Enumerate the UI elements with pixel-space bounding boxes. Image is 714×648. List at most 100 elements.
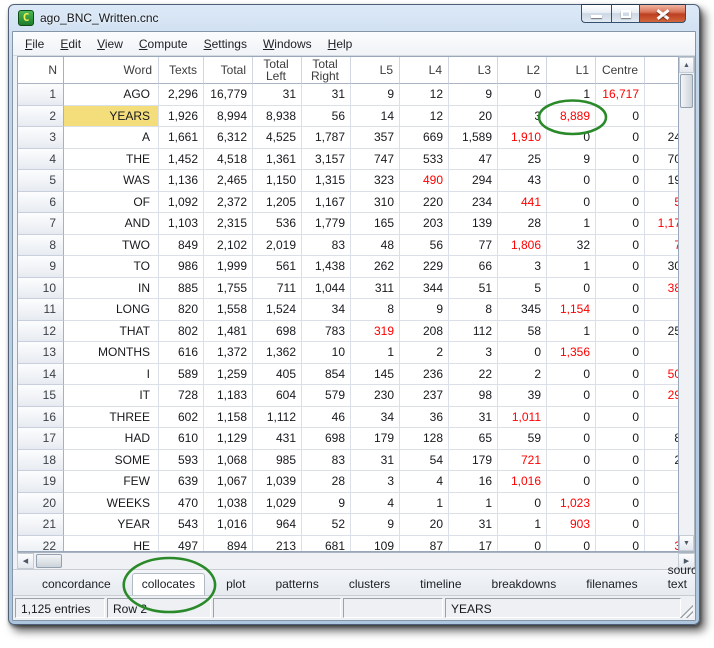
value-cell[interactable]: 698 [302,428,351,450]
value-cell[interactable]: 8,938 [253,106,302,128]
value-cell[interactable]: 229 [400,256,449,278]
value-cell[interactable]: 1,452 [159,149,204,171]
value-cell[interactable]: 77 [449,235,498,257]
value-cell[interactable]: 0 [596,342,645,364]
column-header-r1-clipped[interactable] [645,57,678,84]
value-cell[interactable]: 0 [596,299,645,321]
column-header-l5[interactable]: L5 [351,57,400,84]
value-cell[interactable]: 1,372 [204,342,253,364]
word-cell[interactable]: TO [64,256,159,278]
value-cell[interactable]: 2,296 [159,84,204,106]
close-button[interactable] [640,4,686,23]
value-cell[interactable]: 604 [253,385,302,407]
value-cell[interactable]: 34 [302,299,351,321]
value-cell[interactable]: 10 [302,342,351,364]
word-cell[interactable]: OF [64,192,159,214]
value-cell[interactable]: 66 [449,256,498,278]
horizontal-scrollbar[interactable]: ◀ ▶ [17,552,695,569]
value-cell[interactable]: 0 [547,428,596,450]
value-cell[interactable]: 0 [498,536,547,553]
value-cell[interactable]: 0 [596,385,645,407]
value-cell[interactable]: 3 [645,536,678,553]
value-cell[interactable]: 8 [351,299,400,321]
value-cell[interactable]: 31 [302,84,351,106]
value-cell[interactable]: 4,525 [253,127,302,149]
value-cell[interactable]: 854 [302,364,351,386]
value-cell[interactable]: 310 [351,192,400,214]
value-cell[interactable]: 31 [351,450,400,472]
value-cell[interactable]: 12 [400,84,449,106]
value-cell[interactable]: 12 [400,106,449,128]
column-header-word[interactable]: Word [64,57,159,84]
value-cell[interactable]: 112 [449,321,498,343]
word-cell[interactable]: IN [64,278,159,300]
word-cell[interactable]: AGO [64,84,159,106]
value-cell[interactable]: 0 [596,514,645,536]
value-cell[interactable]: 0 [547,364,596,386]
word-cell[interactable]: FEW [64,471,159,493]
value-cell[interactable]: 345 [498,299,547,321]
value-cell[interactable]: 2 [498,364,547,386]
word-cell[interactable]: WAS [64,170,159,192]
value-cell[interactable]: 964 [253,514,302,536]
value-cell[interactable]: 39 [498,385,547,407]
value-cell[interactable]: 1,167 [302,192,351,214]
value-cell[interactable]: 58 [498,321,547,343]
row-number[interactable]: 8 [18,235,64,257]
value-cell[interactable]: 1 [351,342,400,364]
value-cell[interactable]: 431 [253,428,302,450]
menu-file[interactable]: File [17,34,52,54]
value-cell[interactable]: 0 [596,192,645,214]
scroll-left-button[interactable]: ◀ [17,553,34,569]
row-number[interactable]: 16 [18,407,64,429]
row-number[interactable]: 4 [18,149,64,171]
value-cell[interactable]: 357 [351,127,400,149]
column-header-texts[interactable]: Texts [159,57,204,84]
value-cell[interactable]: 1,154 [547,299,596,321]
menu-help[interactable]: Help [320,34,361,54]
value-cell[interactable]: 0 [498,84,547,106]
value-cell[interactable]: 986 [159,256,204,278]
value-cell[interactable]: 9 [302,493,351,515]
word-cell[interactable]: LONG [64,299,159,321]
word-cell[interactable]: YEARS [64,106,159,128]
value-cell[interactable]: 0 [547,170,596,192]
menu-edit[interactable]: Edit [52,34,89,54]
value-cell[interactable]: 31 [449,407,498,429]
value-cell[interactable]: 139 [449,213,498,235]
word-cell[interactable]: WEEKS [64,493,159,515]
value-cell[interactable]: 51 [449,278,498,300]
value-cell[interactable]: 1,011 [498,407,547,429]
value-cell[interactable]: 1,016 [204,514,253,536]
value-cell[interactable]: 589 [159,364,204,386]
value-cell[interactable]: 1 [547,213,596,235]
value-cell[interactable]: 311 [351,278,400,300]
value-cell[interactable]: 616 [159,342,204,364]
value-cell[interactable]: 20 [400,514,449,536]
row-number[interactable]: 14 [18,364,64,386]
value-cell[interactable]: 490 [400,170,449,192]
row-number[interactable]: 13 [18,342,64,364]
value-cell[interactable] [645,106,678,128]
value-cell[interactable]: 319 [351,321,400,343]
word-cell[interactable]: THREE [64,407,159,429]
value-cell[interactable]: 1,023 [547,493,596,515]
value-cell[interactable]: 31 [449,514,498,536]
value-cell[interactable]: 213 [253,536,302,553]
value-cell[interactable]: 109 [351,536,400,553]
value-cell[interactable]: 36 [400,407,449,429]
value-cell[interactable]: 14 [351,106,400,128]
value-cell[interactable]: 1 [400,493,449,515]
scroll-down-button[interactable]: ▼ [679,535,694,551]
row-number[interactable]: 21 [18,514,64,536]
row-number[interactable]: 11 [18,299,64,321]
value-cell[interactable]: 1,205 [253,192,302,214]
value-cell[interactable]: 0 [596,106,645,128]
scroll-up-button[interactable]: ▲ [679,57,694,73]
value-cell[interactable]: 1,361 [253,149,302,171]
value-cell[interactable]: 234 [449,192,498,214]
tab-concordance[interactable]: concordance [33,574,120,595]
value-cell[interactable]: 1,315 [302,170,351,192]
value-cell[interactable]: 237 [400,385,449,407]
maximize-button[interactable] [611,4,640,23]
